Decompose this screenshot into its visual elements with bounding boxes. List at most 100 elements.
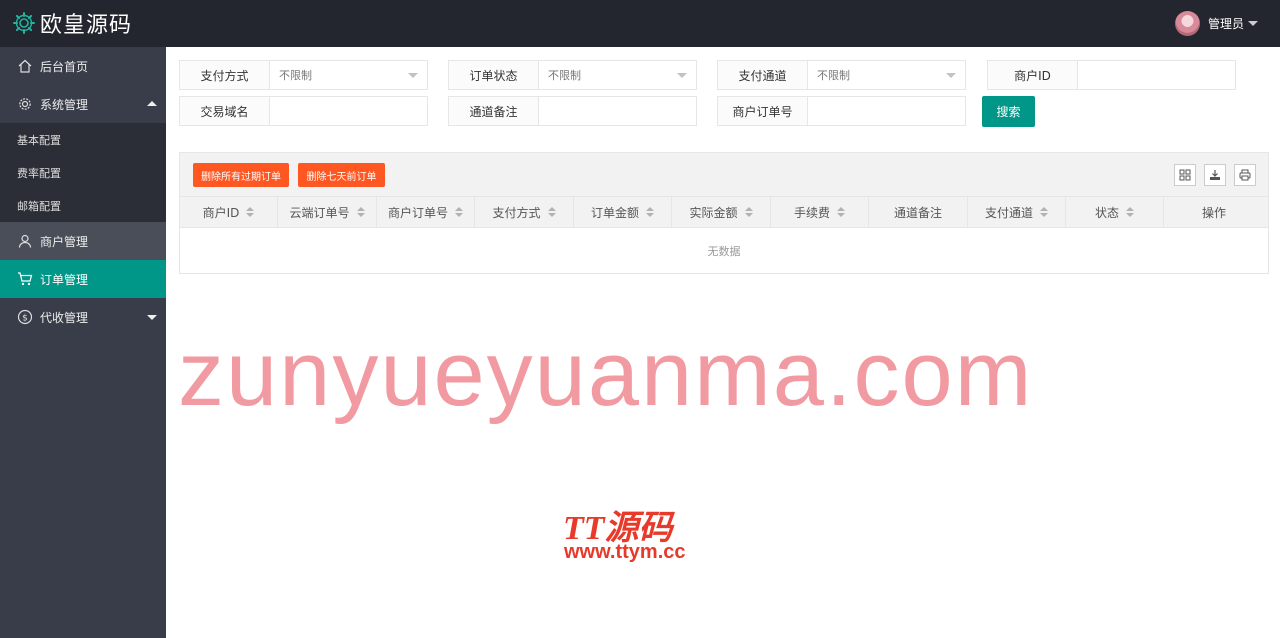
user-icon xyxy=(17,233,33,249)
gear-icon xyxy=(13,12,35,34)
column-header[interactable]: 实际金额 xyxy=(672,197,771,227)
filter-channel-note[interactable]: 通道备注 xyxy=(448,96,697,126)
column-header[interactable]: 商户ID xyxy=(180,197,278,227)
user-menu[interactable]: 管理员 xyxy=(1174,11,1258,36)
watermark-text: zunyueyuanma.com xyxy=(178,323,1034,425)
print-icon[interactable] xyxy=(1234,164,1256,186)
chevron-down-icon xyxy=(946,73,956,78)
filter-label: 通道备注 xyxy=(449,97,539,125)
sidebar-item-basic-config[interactable]: 基本配置 xyxy=(0,123,166,156)
column-label: 手续费 xyxy=(793,205,830,220)
app-logo[interactable]: 欧皇源码 xyxy=(12,8,132,38)
sort-icon[interactable] xyxy=(1040,207,1048,217)
merchant-id-input[interactable] xyxy=(1078,61,1235,89)
column-header[interactable]: 商户订单号 xyxy=(377,197,475,227)
filter-order-status[interactable]: 订单状态 不限制 xyxy=(448,60,697,90)
column-header: 通道备注 xyxy=(869,197,968,227)
dollar-icon: $ xyxy=(17,309,33,325)
filter-label: 支付通道 xyxy=(718,61,808,89)
sort-icon[interactable] xyxy=(455,207,463,217)
filter-label: 订单状态 xyxy=(449,61,539,89)
svg-text:$: $ xyxy=(22,314,28,324)
pay-channel-select[interactable]: 不限制 xyxy=(808,61,965,89)
table-toolbar: 删除所有过期订单 删除七天前订单 xyxy=(179,152,1269,196)
column-label: 操作 xyxy=(1201,205,1226,220)
sort-icon[interactable] xyxy=(744,207,753,217)
sidebar-item-system[interactable]: 系统管理 xyxy=(0,85,166,123)
user-name: 管理员 xyxy=(1207,17,1244,31)
search-button[interactable]: 搜索 xyxy=(982,96,1035,127)
pay-method-select[interactable]: 不限制 xyxy=(270,61,427,89)
sidebar-item-label: 商户管理 xyxy=(40,234,89,249)
table-header: 商户ID 云端订单号 商户订单号 支付方式 订单金额 实际金额 手续费 通道备注 支付通道 状态 操… xyxy=(179,196,1269,228)
filter-merchant-id[interactable]: 商户ID xyxy=(987,60,1236,90)
sort-icon[interactable] xyxy=(246,207,255,217)
filter-label: 交易域名 xyxy=(180,97,270,125)
chevron-down-icon xyxy=(1248,21,1258,26)
column-label: 商户订单号 xyxy=(387,205,448,220)
sidebar-item-merchant[interactable]: 商户管理 xyxy=(0,222,166,260)
column-header[interactable]: 手续费 xyxy=(771,197,869,227)
sidebar: 后台首页 系统管理 基本配置 费率配置 邮箱配置 商户管理 订单管理 $ 代收管… xyxy=(0,47,166,638)
sidebar-item-mail-config[interactable]: 邮箱配置 xyxy=(0,189,166,222)
sidebar-submenu-system: 基本配置 费率配置 邮箱配置 xyxy=(0,123,166,222)
select-value: 不限制 xyxy=(817,69,850,82)
column-label: 实际金额 xyxy=(689,205,738,220)
channel-note-input[interactable] xyxy=(539,97,696,125)
filter-label: 商户订单号 xyxy=(718,97,808,125)
domain-input[interactable] xyxy=(270,97,427,125)
filter-label: 商户ID xyxy=(988,61,1078,89)
delete-expired-button[interactable]: 删除所有过期订单 xyxy=(193,163,289,187)
home-icon xyxy=(17,58,33,74)
sort-icon[interactable] xyxy=(1126,207,1134,217)
export-icon[interactable] xyxy=(1204,164,1226,186)
sort-icon[interactable] xyxy=(646,207,654,217)
filter-pay-channel[interactable]: 支付通道 不限制 xyxy=(717,60,966,90)
filter-pay-method[interactable]: 支付方式 不限制 xyxy=(179,60,428,90)
avatar xyxy=(1174,11,1200,36)
gear-icon xyxy=(17,96,33,112)
column-header[interactable]: 云端订单号 xyxy=(278,197,377,227)
table-empty: 无数据 xyxy=(179,228,1269,274)
chevron-up-icon xyxy=(147,101,157,106)
delete-seven-days-button[interactable]: 删除七天前订单 xyxy=(298,163,385,187)
top-header: 欧皇源码 管理员 xyxy=(0,0,1280,47)
columns-icon[interactable] xyxy=(1174,164,1196,186)
select-value: 不限制 xyxy=(279,69,312,82)
filter-merchant-order-no[interactable]: 商户订单号 xyxy=(717,96,966,126)
order-status-select[interactable]: 不限制 xyxy=(539,61,696,89)
column-label: 订单金额 xyxy=(590,205,639,220)
filter-domain[interactable]: 交易域名 xyxy=(179,96,428,126)
column-header[interactable]: 订单金额 xyxy=(574,197,672,227)
filter-label: 支付方式 xyxy=(180,61,270,89)
sort-icon[interactable] xyxy=(837,207,845,217)
sidebar-item-label: 订单管理 xyxy=(40,272,89,287)
column-header[interactable]: 支付方式 xyxy=(475,197,574,227)
cart-icon xyxy=(17,271,33,287)
sidebar-item-label: 系统管理 xyxy=(40,97,89,112)
column-header[interactable]: 支付通道 xyxy=(968,197,1066,227)
merchant-order-no-input[interactable] xyxy=(808,97,965,125)
sidebar-item-rate-config[interactable]: 费率配置 xyxy=(0,156,166,189)
sort-icon[interactable] xyxy=(356,207,365,217)
sidebar-item-collection[interactable]: $ 代收管理 xyxy=(0,298,166,336)
column-label: 通道备注 xyxy=(893,205,942,220)
column-label: 商户ID xyxy=(202,205,240,220)
sidebar-item-label: 代收管理 xyxy=(40,310,89,325)
column-label: 状态 xyxy=(1094,205,1119,220)
select-value: 不限制 xyxy=(548,69,581,82)
column-label: 支付通道 xyxy=(984,205,1033,220)
sort-icon[interactable] xyxy=(547,207,556,217)
column-header[interactable]: 状态 xyxy=(1066,197,1164,227)
sidebar-item-orders[interactable]: 订单管理 xyxy=(0,260,166,298)
column-label: 云端订单号 xyxy=(289,205,350,220)
chevron-down-icon xyxy=(147,315,157,320)
app-title: 欧皇源码 xyxy=(40,13,133,38)
sidebar-item-label: 后台首页 xyxy=(40,59,89,74)
chevron-down-icon xyxy=(408,73,418,78)
sidebar-item-home[interactable]: 后台首页 xyxy=(0,47,166,85)
empty-text: 无数据 xyxy=(707,244,741,258)
column-header: 操作 xyxy=(1164,197,1264,227)
chevron-down-icon xyxy=(677,73,687,78)
watermark-url: www.ttym.cc xyxy=(564,541,686,563)
